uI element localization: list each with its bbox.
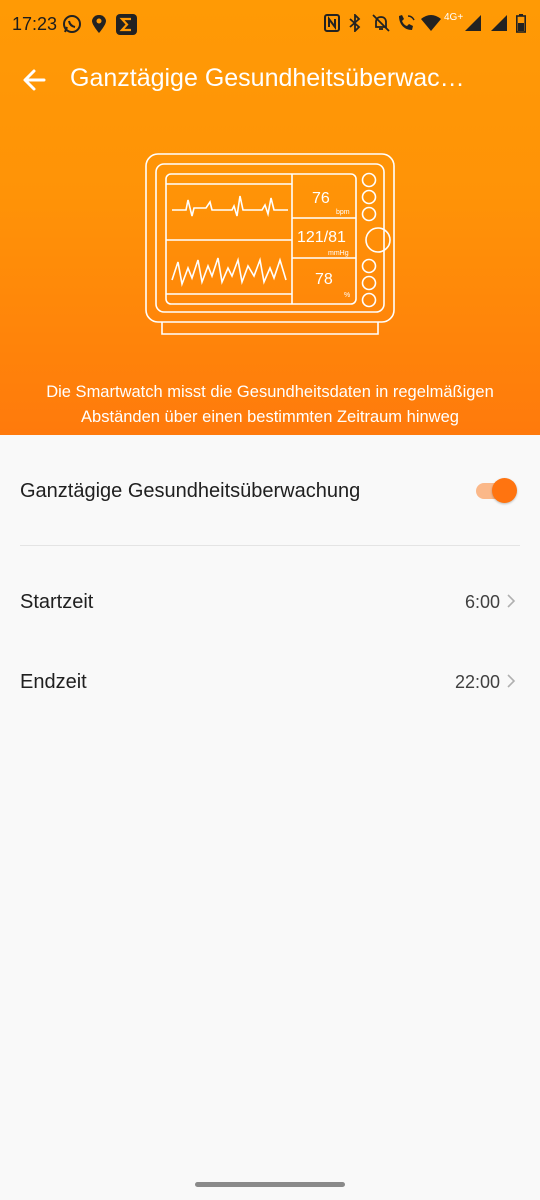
page-title: Ganztägige Gesundheitsüberwac…	[70, 64, 465, 92]
end-time-label: Endzeit	[20, 671, 87, 693]
status-bar: 17:23 4G+	[0, 0, 540, 50]
monitoring-toggle-row[interactable]: Ganztägige Gesundheitsüberwachung	[0, 450, 540, 530]
monitoring-toggle[interactable]	[474, 478, 517, 503]
wifi-icon	[421, 15, 441, 31]
header-description: Die Smartwatch misst die Gesundheitsdate…	[46, 383, 494, 426]
start-time-value: 6:00	[464, 592, 500, 612]
spo2-value: 78	[315, 271, 333, 288]
location-pin-icon	[92, 15, 106, 33]
end-time-value: 22:00	[454, 672, 500, 692]
blood-pressure-unit: mmHg	[328, 250, 349, 257]
silent-bell-icon	[372, 14, 390, 32]
battery-icon	[516, 14, 526, 33]
network-label: 4G+	[444, 12, 464, 23]
divider	[20, 545, 520, 546]
signal-icon	[491, 15, 507, 31]
status-time: 17:23	[12, 14, 58, 34]
end-time-row[interactable]: Endzeit 22:00	[0, 640, 540, 720]
heart-rate-unit: bpm	[336, 209, 350, 216]
blood-pressure-value: 121/81	[297, 229, 346, 246]
back-arrow-icon[interactable]	[20, 64, 52, 96]
sigma-app-icon	[116, 14, 137, 35]
nfc-icon	[324, 14, 340, 32]
home-indicator[interactable]	[195, 1182, 345, 1187]
spo2-unit: %	[344, 292, 350, 299]
heart-rate-value: 76	[312, 190, 330, 207]
signal-icon	[465, 15, 481, 31]
monitoring-label: Ganztägige Gesundheitsüberwachung	[20, 480, 361, 502]
vital-monitor-illustration: 76 bpm 121/81 mmHg 78 %	[145, 153, 395, 335]
start-time-label: Startzeit	[20, 591, 94, 613]
wifi-call-icon	[399, 15, 415, 30]
chevron-right-icon	[507, 674, 516, 688]
bluetooth-icon	[349, 14, 361, 32]
chevron-right-icon	[507, 594, 516, 608]
header-banner: 17:23 4G+ Ganztägige Gesundheitsüberwac……	[0, 0, 540, 435]
toggle-thumb	[492, 478, 517, 503]
start-time-row[interactable]: Startzeit 6:00	[0, 560, 540, 640]
whatsapp-icon	[63, 15, 81, 33]
